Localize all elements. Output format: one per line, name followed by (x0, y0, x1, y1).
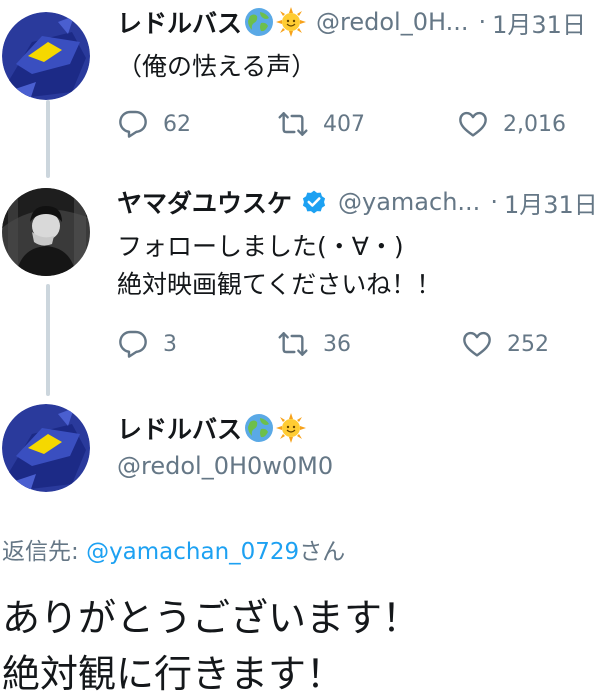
main-tweet-text-line: ありがとうございます！ (2, 596, 421, 640)
tweet-text-line: フォローしました(・∀・) (117, 232, 404, 261)
main-tweet-text-line: 絶対観に行きます！ (2, 652, 345, 696)
reply-count: 3 (163, 331, 177, 357)
username-handle[interactable]: @yamach... (338, 188, 480, 216)
separator-dot: · (490, 188, 498, 216)
timestamp[interactable]: 1月31日 (492, 5, 586, 40)
main-tweet-header: レドルバス (117, 410, 613, 446)
retweet-count: 36 (323, 331, 351, 357)
tweet-text: （俺の怯える声） (117, 48, 613, 86)
main-tweet-text: ありがとうございます！ 絶対観に行きます！ (2, 590, 420, 697)
retweet-icon (278, 112, 308, 136)
reply-button[interactable]: 3 (117, 328, 177, 360)
like-button[interactable]: 2,016 (457, 108, 566, 140)
display-name[interactable]: ヤマダユウスケ (117, 184, 292, 220)
sun-emoji-icon (276, 7, 307, 37)
thread-line (46, 284, 50, 396)
replying-to-suffix: さん (299, 539, 346, 565)
reply-icon (119, 110, 147, 138)
retweet-icon (278, 332, 308, 356)
separator-dot: · (478, 8, 487, 36)
like-icon (459, 111, 487, 137)
sun-emoji-icon (276, 413, 307, 443)
tweet-text: フォローしました(・∀・) 絶対映画観てくださいね！！ (117, 228, 613, 304)
display-name[interactable]: レドルバス (117, 410, 242, 446)
avatar[interactable] (2, 188, 90, 276)
display-name[interactable]: レドルバス (117, 4, 242, 40)
verified-badge-icon (300, 188, 328, 216)
like-count: 252 (507, 331, 549, 357)
tweet-header: レドルバス @redol_0H... · 1月31日 (117, 4, 613, 40)
reply-button[interactable]: 62 (117, 108, 191, 140)
replying-to-mention-link[interactable]: @yamachan_0729 (86, 539, 299, 565)
avatar[interactable] (2, 12, 90, 100)
replying-to-prefix: 返信先: (2, 539, 87, 565)
avatar[interactable] (2, 404, 90, 492)
like-icon (463, 331, 491, 357)
like-count: 2,016 (503, 111, 566, 137)
like-button[interactable]: 252 (461, 328, 549, 360)
retweet-button[interactable]: 407 (277, 108, 365, 140)
earth-globe-emoji-icon (244, 413, 274, 443)
reply-count: 62 (163, 111, 191, 137)
username-handle[interactable]: @redol_0H0w0M0 (117, 452, 613, 480)
earth-globe-emoji-icon (244, 7, 274, 37)
reply-icon (119, 330, 147, 358)
retweet-button[interactable]: 36 (277, 328, 351, 360)
timestamp[interactable]: 1月31日 (504, 185, 598, 220)
tweet-text-line: （俺の怯える声） (117, 52, 317, 81)
username-handle[interactable]: @redol_0H... (316, 8, 468, 36)
retweet-count: 407 (323, 111, 365, 137)
thread-line (46, 100, 50, 178)
tweet-header: ヤマダユウスケ @yamach... · 1月31日 (117, 184, 613, 220)
replying-to: 返信先: @yamachan_0729さん (2, 532, 345, 566)
tweet-text-line: 絶対映画観てくださいね！！ (117, 270, 442, 299)
